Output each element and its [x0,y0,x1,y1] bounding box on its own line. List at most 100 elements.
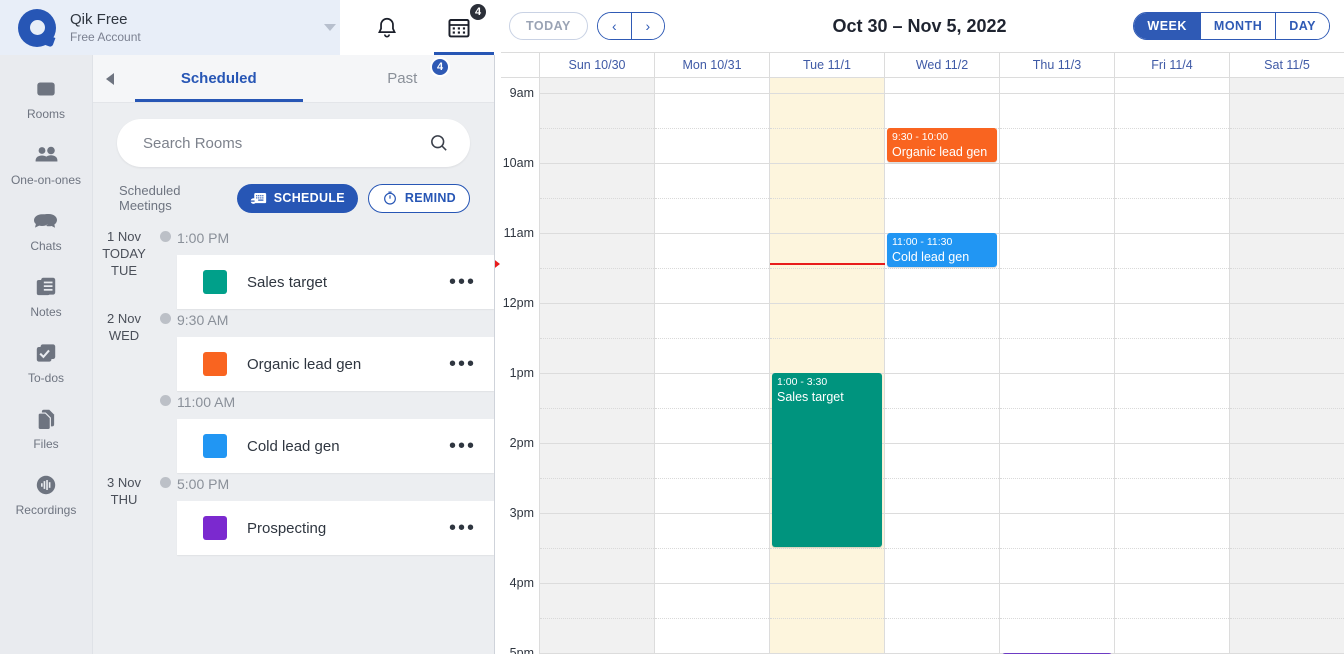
sidebar-item-one-on-ones[interactable]: One-on-ones [0,131,92,197]
meeting-card[interactable]: Cold lead gen ••• [177,419,494,473]
brand-account-switcher[interactable]: Qik Free Free Account [0,0,340,55]
view-month-button[interactable]: MONTH [1199,13,1276,39]
timeline-body: 9:30 AM Organic lead gen ••• [177,309,494,391]
day-column-0[interactable] [540,78,655,654]
day-column-2[interactable]: 1:00 - 3:30 Sales target [770,78,885,654]
view-day-button[interactable]: DAY [1275,13,1329,39]
stopwatch-icon [383,191,396,205]
collapse-left-arrow-icon[interactable] [93,55,127,102]
notifications-button[interactable] [368,0,406,55]
sidebar-item-chats[interactable]: Chats [0,197,92,263]
meeting-color-swatch [203,352,227,376]
more-options-icon[interactable]: ••• [449,518,476,538]
more-options-icon[interactable]: ••• [449,272,476,292]
recordings-icon [36,475,56,494]
timeline-body: 5:00 PM Prospecting ••• [177,473,494,555]
day-header-2[interactable]: Tue 11/1 [770,53,885,77]
tab-past[interactable]: Past [311,55,495,102]
app-root: Qik Free Free Account 4 Rooms One-on-one… [0,0,1344,654]
hour-gridline [770,163,884,164]
day-header-0[interactable]: Sun 10/30 [540,53,655,77]
calendar-tab-button[interactable]: 4 [434,0,494,55]
tab-scheduled[interactable]: Scheduled [127,55,311,102]
hour-gridline [1230,373,1344,374]
sidebar-nav: Rooms One-on-ones Chats Notes To-dos Fil… [0,55,93,654]
day-header-3[interactable]: Wed 11/2 [885,53,1000,77]
rooms-icon [37,82,55,95]
calendar-event-time: 1:00 - 3:30 [777,376,828,388]
meeting-color-swatch [203,516,227,540]
day-column-6[interactable] [1230,78,1344,654]
half-hour-gridline [1230,198,1344,199]
hour-gridline [885,513,999,514]
timeline-day-group: 2 Nov WED 9:30 AM Organic lead gen ••• 11:00 … [93,309,494,473]
hour-gridline [1000,163,1114,164]
meeting-card[interactable]: Sales target ••• [177,255,494,309]
day-column-1[interactable] [655,78,770,654]
timeline-date-part: 2 Nov [107,311,141,326]
meeting-time: 11:00 AM [177,394,236,410]
meeting-card[interactable]: Prospecting ••• [177,501,494,555]
hour-gridline [770,233,884,234]
meeting-time: 5:00 PM [177,476,230,492]
hour-gridline [1230,303,1344,304]
search-input[interactable] [143,134,428,152]
calendar-day-headers: Sun 10/30 Mon 10/31 Tue 11/1 Wed 11/2 Thu 11… [495,52,1344,78]
hour-gridline [1115,93,1229,94]
hour-gridline [1230,513,1344,514]
time-gutter: 9am 10am 11am 12pm 1pm 2pm 3pm 4pm 5pm [495,78,540,654]
sidebar-item-recordings[interactable]: Recordings [0,461,92,527]
chevron-down-icon[interactable] [324,24,336,31]
sidebar-item-to-dos[interactable]: To-dos [0,329,92,395]
calendar-event[interactable]: 11:00 - 11:30 Cold lead gen [887,233,997,267]
timeline-date [93,391,155,392]
calendar-event-time: 11:00 - 11:30 [892,236,953,248]
day-header-4[interactable]: Thu 11/3 [1000,53,1115,77]
hour-gridline [1000,443,1114,444]
day-column-4[interactable]: 5:00 - 5:30Prospecting [1000,78,1115,654]
more-options-icon[interactable]: ••• [449,354,476,374]
half-hour-gridline [1000,338,1114,339]
timeline-row: 2 Nov WED 9:30 AM Organic lead gen ••• [93,309,494,391]
bell-icon [378,17,396,38]
hour-gridline [540,163,654,164]
sidebar-item-files[interactable]: Files [0,395,92,461]
day-column-5[interactable] [1115,78,1230,654]
today-button[interactable]: TODAY [509,12,588,40]
calendar-event[interactable]: 9:30 - 10:00 Organic lead gen [887,128,997,162]
search-icon[interactable] [428,132,450,154]
day-header-6[interactable]: Sat 11/5 [1230,53,1344,77]
day-column-3[interactable]: 9:30 - 10:00 Organic lead gen 11:00 - 11:3… [885,78,1000,654]
half-hour-gridline [540,408,654,409]
schedule-card-icon [250,192,266,204]
meeting-title: Organic lead gen [247,355,362,373]
more-options-icon[interactable]: ••• [449,436,476,456]
time-label: 9am [509,86,534,100]
remind-button[interactable]: REMIND [367,183,470,213]
timeline-row: 1 Nov TODAY TUE 1:00 PM Sales target ••• [93,227,494,309]
sidebar-item-notes[interactable]: Notes [0,263,92,329]
meeting-color-swatch [203,434,227,458]
day-header-5[interactable]: Fri 11/4 [1115,53,1230,77]
hour-gridline [540,303,654,304]
prev-week-button[interactable]: ‹ [597,13,631,39]
hour-gridline [1115,373,1229,374]
calendar-event[interactable]: 1:00 - 3:30 Sales target [772,373,882,547]
calendar-event-title: Organic lead gen [892,145,988,159]
half-hour-gridline [770,618,884,619]
schedule-button[interactable]: SCHEDULE [236,183,358,213]
timeline-date-part: TUE [111,263,137,278]
hour-gridline [885,373,999,374]
search-box[interactable] [117,119,470,167]
sidebar-item-rooms[interactable]: Rooms [0,65,92,131]
hour-gridline [540,513,654,514]
meeting-card[interactable]: Organic lead gen ••• [177,337,494,391]
half-hour-gridline [885,548,999,549]
day-header-1[interactable]: Mon 10/31 [655,53,770,77]
checkbox-icon [36,343,56,362]
hour-gridline [540,583,654,584]
view-week-button[interactable]: WEEK [1134,13,1200,39]
half-hour-gridline [885,408,999,409]
next-week-button[interactable]: › [630,13,664,39]
half-hour-gridline [1115,338,1229,339]
